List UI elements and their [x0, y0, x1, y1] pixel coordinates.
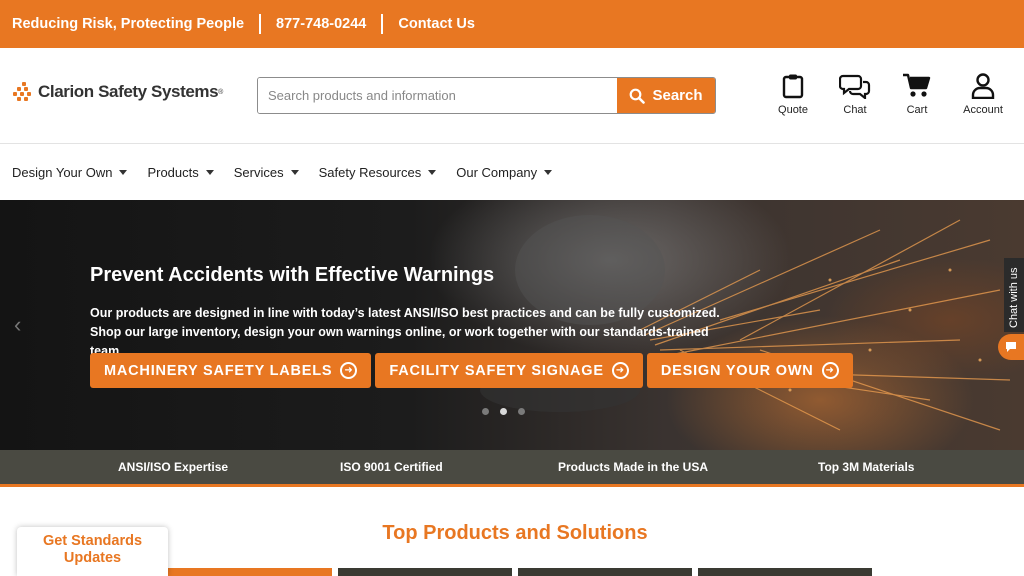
search-input[interactable] — [258, 78, 617, 113]
nav-label: Safety Resources — [318, 164, 422, 180]
nav-products[interactable]: Products — [147, 164, 214, 180]
nav-label: Products — [147, 164, 199, 180]
tagline: Reducing Risk, Protecting People — [12, 16, 245, 32]
chat-bubbles-icon — [839, 74, 871, 99]
cart-button[interactable]: Cart — [886, 72, 948, 116]
account-label: Account — [963, 104, 1003, 116]
site-header: Clarion Safety Systems® Search Quote Cha… — [0, 48, 1024, 144]
arrow-right-circle-icon: ➜ — [821, 362, 839, 379]
phone-link[interactable]: 877-748-0244 — [276, 16, 366, 32]
product-tile-tab[interactable] — [338, 568, 512, 576]
logo-mark — [12, 80, 36, 104]
contact-us-link[interactable]: Contact Us — [398, 16, 475, 32]
caret-down-icon — [428, 169, 437, 175]
feature-3m-materials: Top 3M Materials — [818, 460, 915, 474]
carousel-dot[interactable] — [518, 408, 525, 415]
nav-label: Services — [233, 164, 284, 180]
clipboard-icon — [782, 74, 804, 99]
hero-button-label: FACILITY SAFETY SIGNAGE — [389, 362, 604, 379]
hero-buttons: MACHINERY SAFETY LABELS ➜ FACILITY SAFETY… — [90, 353, 857, 388]
search-button[interactable]: Search — [617, 78, 715, 113]
nav-design-your-own[interactable]: Design Your Own — [12, 164, 128, 180]
accent-divider — [0, 484, 1024, 487]
carousel-prev-arrow[interactable]: ‹ — [14, 312, 21, 338]
account-button[interactable]: Account — [952, 72, 1014, 116]
arrow-right-circle-icon: ➜ — [340, 362, 358, 379]
top-bar: Reducing Risk, Protecting People 877-748… — [0, 0, 1024, 48]
nav-label: Design Your Own — [12, 164, 113, 180]
feature-iso-9001: ISO 9001 Certified — [340, 460, 443, 474]
quote-label: Quote — [778, 104, 808, 116]
cart-icon — [903, 73, 931, 97]
nav-label: Our Company — [456, 164, 538, 180]
arrow-right-circle-icon: ➜ — [611, 362, 629, 379]
carousel-dot[interactable] — [482, 408, 489, 415]
hero-button-label: DESIGN YOUR OWN — [660, 362, 814, 379]
header-actions: Quote Chat Cart Account — [760, 72, 1024, 122]
logo[interactable]: Clarion Safety Systems ® — [12, 80, 223, 104]
search-button-label: Search — [652, 87, 703, 104]
get-standards-updates-tab[interactable]: Get Standards Updates — [17, 527, 168, 576]
caret-down-icon — [205, 169, 214, 175]
chat-with-us-label: Chat with us — [1008, 267, 1020, 328]
caret-down-icon — [119, 169, 128, 175]
design-your-own-button[interactable]: DESIGN YOUR OWN ➜ — [646, 353, 853, 388]
logo-text: Clarion Safety Systems — [38, 82, 219, 101]
carousel-dot-active[interactable] — [500, 408, 507, 415]
features-bar: ANSI/ISO Expertise ISO 9001 Certified Pr… — [0, 450, 1024, 484]
chat-widget-button[interactable] — [998, 334, 1024, 360]
hero-title: Prevent Accidents with Effective Warning… — [90, 264, 495, 286]
quote-button[interactable]: Quote — [762, 72, 824, 116]
machinery-safety-labels-button[interactable]: MACHINERY SAFETY LABELS ➜ — [90, 353, 372, 388]
user-icon — [971, 73, 995, 99]
product-tile-tab-active[interactable] — [158, 568, 332, 576]
feature-made-in-usa: Products Made in the USA — [558, 460, 709, 474]
cart-label: Cart — [906, 104, 928, 116]
registered-mark: ® — [218, 88, 224, 96]
search-bar: Search — [257, 77, 716, 114]
caret-down-icon — [544, 169, 553, 175]
chat-label: Chat — [843, 104, 867, 116]
nav-safety-resources[interactable]: Safety Resources — [319, 165, 437, 180]
main-nav: Design Your Own Products Services Safety… — [0, 144, 1024, 200]
caret-down-icon — [290, 169, 299, 175]
chat-icon — [1006, 342, 1016, 352]
topbar-divider — [259, 14, 262, 34]
facility-safety-signage-button[interactable]: FACILITY SAFETY SIGNAGE ➜ — [375, 353, 643, 388]
chat-button[interactable]: Chat — [824, 72, 886, 116]
product-tile-tab[interactable] — [698, 568, 872, 576]
chat-with-us-tab[interactable]: Chat with us — [1004, 258, 1024, 332]
topbar-divider — [381, 14, 384, 34]
nav-our-company[interactable]: Our Company — [456, 164, 553, 180]
updates-line-2: Updates — [63, 550, 122, 566]
product-tile-tab[interactable] — [518, 568, 692, 576]
carousel-dots — [482, 408, 536, 415]
hero-banner: ‹ Prevent Accidents with Effective Warni… — [0, 200, 1024, 450]
nav-services[interactable]: Services — [234, 165, 299, 180]
updates-line-1: Get Standards — [42, 533, 143, 549]
feature-ansi-iso: ANSI/ISO Expertise — [118, 460, 229, 474]
hero-button-label: MACHINERY SAFETY LABELS — [104, 362, 333, 379]
search-icon — [630, 88, 646, 104]
